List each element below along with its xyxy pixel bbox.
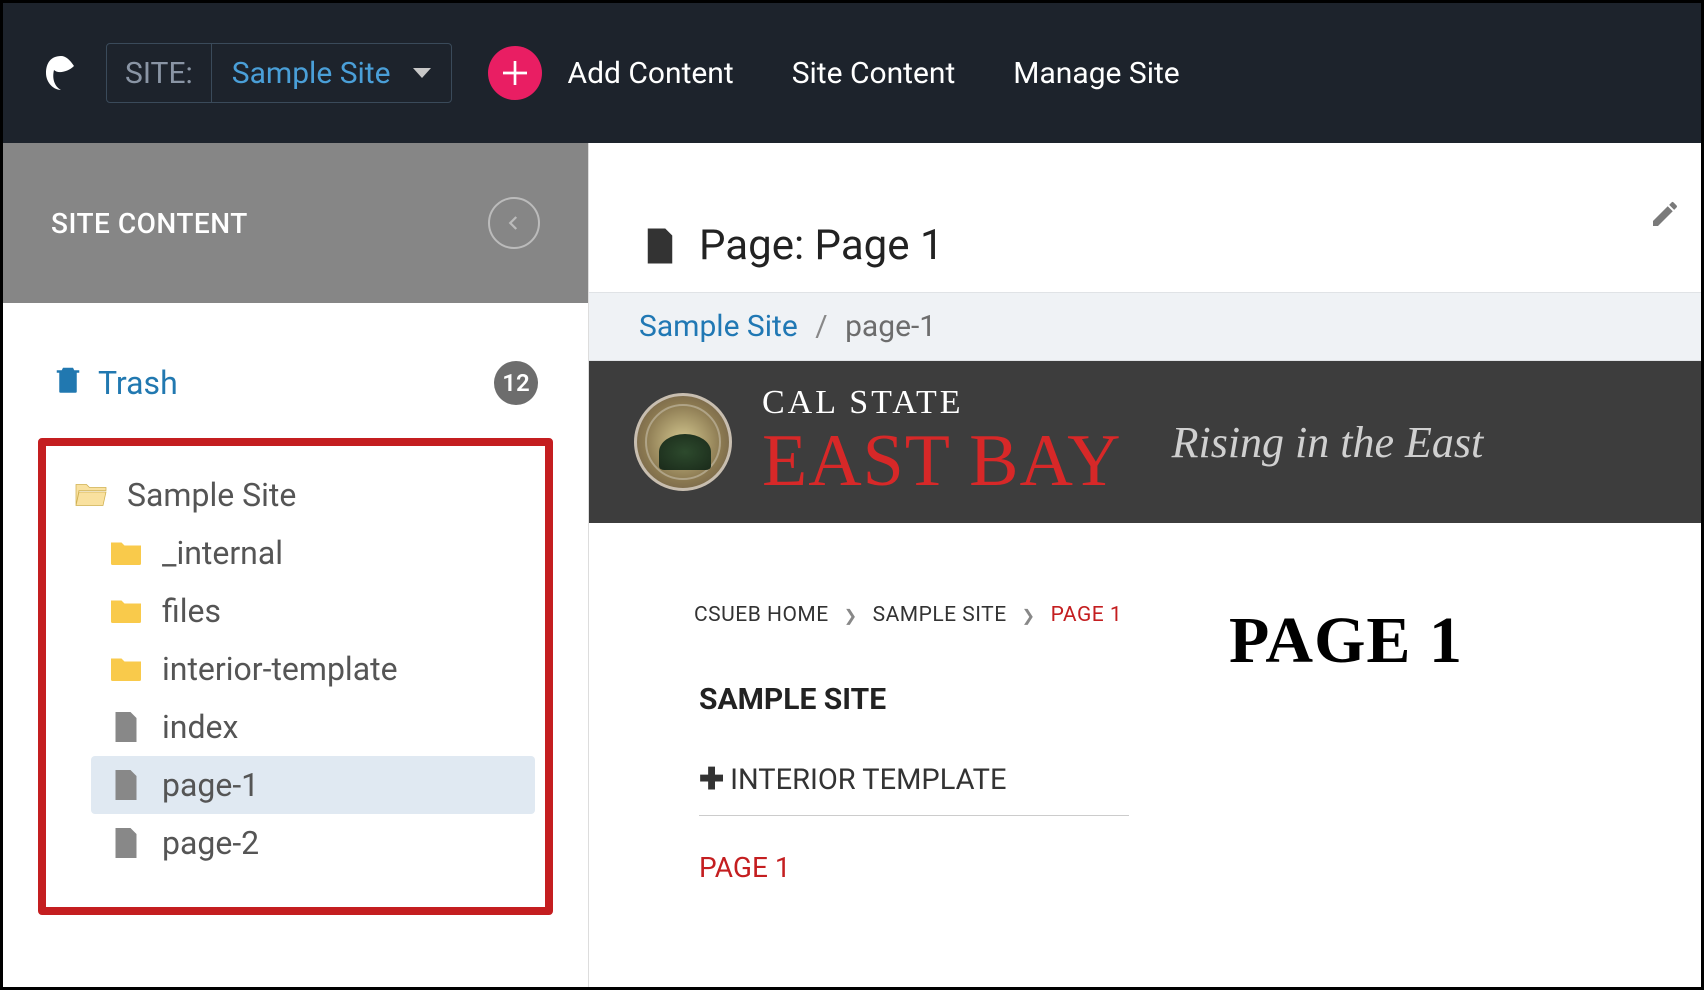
tree-item-index[interactable]: index — [91, 698, 535, 756]
tree-item-label: interior-template — [162, 650, 398, 688]
trash-icon — [53, 362, 83, 404]
preview-crumb-home[interactable]: CSUEB HOME — [694, 603, 829, 627]
folder-icon — [106, 535, 146, 571]
tree-item-page-1[interactable]: page-1 — [91, 756, 535, 814]
template-label: INTERIOR TEMPLATE — [730, 763, 1006, 797]
page-icon — [639, 225, 681, 267]
content: Page: Page 1 Sample Site / page-1 CAL ST… — [589, 143, 1701, 987]
preview-page-link[interactable]: PAGE 1 — [699, 851, 1129, 884]
banner-text: CAL STATE EAST BAY — [762, 386, 1122, 498]
add-content-plus-icon[interactable] — [488, 46, 542, 100]
breadcrumb: Sample Site / page-1 — [589, 292, 1701, 361]
nav-add-content[interactable]: Add Content — [568, 56, 734, 91]
folder-open-icon — [71, 477, 111, 513]
tree-item-interior-template[interactable]: interior-template — [91, 640, 535, 698]
banner-main-text: EAST BAY — [762, 424, 1122, 498]
page-icon — [106, 825, 146, 861]
tree-item-label: files — [162, 592, 221, 630]
tree-item-label: index — [162, 708, 238, 746]
preview-sidebar: CSUEB HOME ❯ SAMPLE SITE ❯ PAGE 1 SAMPLE… — [699, 603, 1129, 884]
sidebar: SITE CONTENT Trash 12 Sample Site — [3, 143, 589, 987]
content-spacer — [589, 143, 1701, 203]
edit-pencil-icon[interactable] — [1649, 198, 1681, 234]
breadcrumb-current: page-1 — [845, 309, 936, 344]
collapse-sidebar-button[interactable] — [488, 197, 540, 249]
tree-item-files[interactable]: files — [91, 582, 535, 640]
preview-breadcrumb: CSUEB HOME ❯ SAMPLE SITE ❯ PAGE 1 — [694, 603, 1129, 627]
folder-icon — [106, 651, 146, 687]
preview-main: PAGE 1 — [1229, 603, 1463, 884]
chevron-right-icon: ❯ — [1022, 606, 1036, 625]
tree-root[interactable]: Sample Site — [56, 466, 535, 524]
banner-top-text: CAL STATE — [762, 386, 1122, 420]
breadcrumb-parent[interactable]: Sample Site — [639, 309, 798, 344]
preview-page-heading: PAGE 1 — [1229, 603, 1463, 679]
tree-item-label: page-2 — [162, 824, 259, 862]
folder-icon — [106, 593, 146, 629]
tree-item-label: Sample Site — [127, 476, 296, 514]
page-icon — [106, 767, 146, 803]
tree-item-page-2[interactable]: page-2 — [91, 814, 535, 872]
preview-site-name: SAMPLE SITE — [699, 682, 1129, 717]
banner-tagline: Rising in the East — [1172, 417, 1484, 468]
university-seal-icon — [634, 393, 732, 491]
tree-item-label: _internal — [162, 534, 283, 572]
app-logo-icon[interactable] — [33, 46, 88, 101]
topbar: SITE: Sample Site Add Content Site Conte… — [3, 3, 1701, 143]
breadcrumb-sep: / — [815, 309, 827, 344]
tree-item-label: page-1 — [162, 766, 259, 804]
trash-label: Trash — [98, 364, 494, 402]
plus-icon: ✚ — [699, 762, 724, 797]
nav-manage-site[interactable]: Manage Site — [1013, 56, 1179, 91]
trash-count-badge: 12 — [494, 361, 538, 405]
page-header: Page: Page 1 — [589, 203, 1701, 292]
sidebar-title: SITE CONTENT — [51, 207, 248, 240]
site-banner: CAL STATE EAST BAY Rising in the East — [589, 361, 1701, 523]
preview-crumb-site[interactable]: SAMPLE SITE — [873, 603, 1007, 627]
main: SITE CONTENT Trash 12 Sample Site — [3, 143, 1701, 987]
sidebar-header: SITE CONTENT — [3, 143, 588, 303]
tree-highlight-box: Sample Site _internal files interior-tem… — [38, 438, 553, 915]
template-expander[interactable]: ✚ INTERIOR TEMPLATE — [699, 762, 1129, 816]
preview-crumb-current: PAGE 1 — [1051, 603, 1123, 627]
chevron-right-icon: ❯ — [844, 606, 858, 625]
site-selector-value[interactable]: Sample Site — [212, 44, 451, 102]
tree: Trash 12 Sample Site _internal files — [3, 303, 588, 915]
page-icon — [106, 709, 146, 745]
chevron-left-icon — [505, 214, 523, 232]
tree-item-internal[interactable]: _internal — [91, 524, 535, 582]
page-title: Page: Page 1 — [699, 221, 944, 270]
site-selector-label: SITE: — [107, 44, 212, 102]
nav-site-content[interactable]: Site Content — [792, 56, 956, 91]
preview-body: CSUEB HOME ❯ SAMPLE SITE ❯ PAGE 1 SAMPLE… — [589, 523, 1701, 884]
site-selector[interactable]: SITE: Sample Site — [106, 43, 452, 103]
trash-item[interactable]: Trash 12 — [38, 353, 553, 413]
